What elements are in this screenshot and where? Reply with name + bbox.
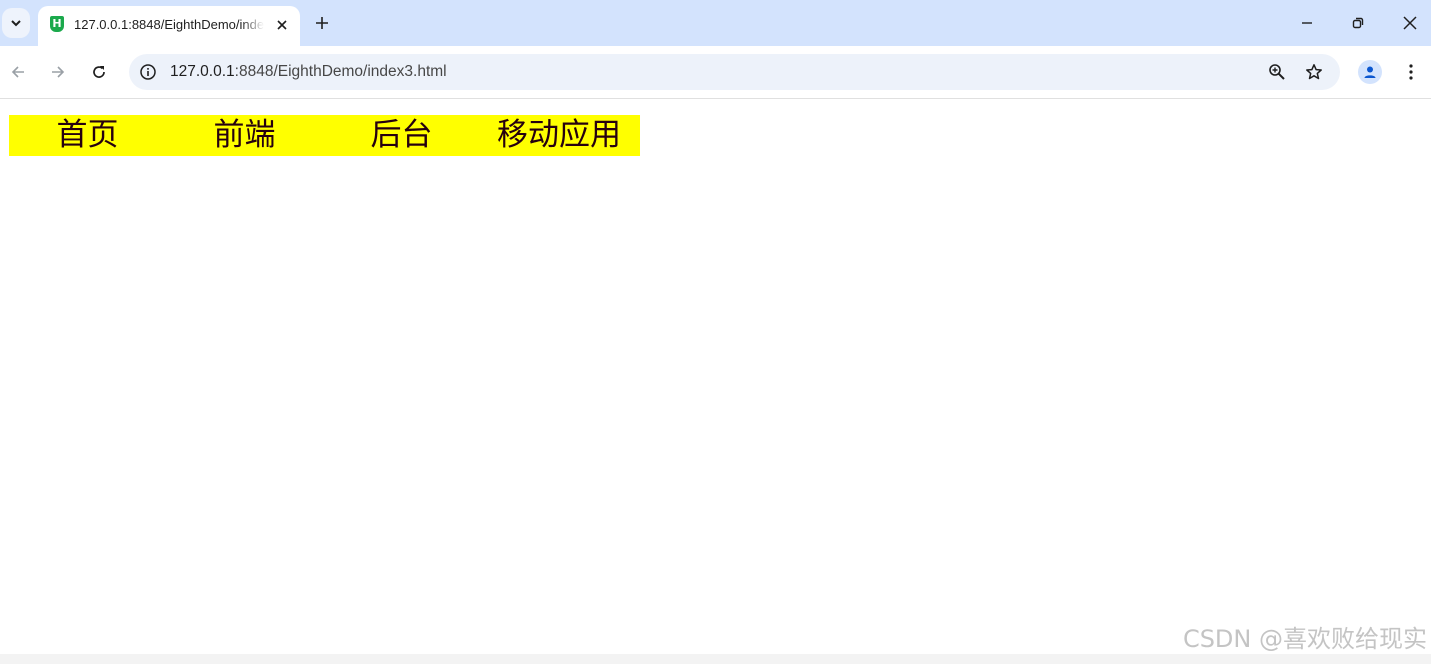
minimize-button[interactable]	[1287, 8, 1327, 38]
bottom-edge	[0, 654, 1431, 664]
close-window-button[interactable]	[1390, 8, 1430, 38]
page-viewport: 首页 前端 后台 移动应用	[0, 99, 1431, 664]
person-icon	[1364, 66, 1376, 78]
browser-toolbar: 127.0.0.1:8848/EighthDemo/index3.html	[0, 46, 1431, 99]
tab-search-button[interactable]	[2, 8, 30, 38]
more-vertical-icon	[1409, 64, 1413, 80]
zoom-icon	[1269, 64, 1285, 80]
new-tab-button[interactable]	[310, 11, 334, 35]
nav-item-home[interactable]: 首页	[9, 115, 166, 156]
address-bar[interactable]: 127.0.0.1:8848/EighthDemo/index3.html	[129, 54, 1340, 90]
close-icon	[277, 20, 287, 30]
arrow-right-icon	[52, 66, 65, 78]
chevron-down-icon	[11, 20, 21, 27]
active-tab[interactable]: H 127.0.0.1:8848/EighthDemo/index3.html	[38, 6, 300, 46]
nav-item-mobile-apps[interactable]: 移动应用	[480, 115, 638, 156]
browser-window: H 127.0.0.1:8848/EighthDemo/index3.html	[0, 0, 1431, 664]
forward-button[interactable]	[44, 58, 72, 86]
tab-strip: H 127.0.0.1:8848/EighthDemo/index3.html	[0, 0, 1431, 46]
close-icon	[1403, 16, 1417, 30]
minimize-icon	[1302, 22, 1312, 24]
info-icon[interactable]	[139, 63, 157, 81]
tab-title: 127.0.0.1:8848/EighthDemo/index3.html	[74, 17, 264, 32]
profile-button[interactable]	[1358, 60, 1382, 84]
arrow-left-icon	[11, 66, 24, 78]
url-text[interactable]: 127.0.0.1:8848/EighthDemo/index3.html	[170, 63, 447, 81]
restore-button[interactable]	[1338, 8, 1378, 38]
url-path: :8848/EighthDemo/index3.html	[234, 63, 447, 80]
star-icon	[1306, 64, 1322, 80]
reload-button[interactable]	[85, 58, 113, 86]
restore-icon	[1352, 17, 1364, 29]
hbuilder-icon: H	[50, 16, 64, 32]
nav-item-backend[interactable]: 后台	[323, 115, 480, 156]
csdn-watermark: CSDN @喜欢败给现实	[1182, 625, 1427, 653]
back-button[interactable]	[4, 58, 32, 86]
reload-icon	[93, 66, 105, 78]
browser-menu-button[interactable]	[1400, 60, 1422, 84]
url-host: 127.0.0.1	[170, 63, 235, 80]
plus-icon	[316, 17, 328, 29]
nav-menu: 首页 前端 后台 移动应用	[9, 115, 640, 156]
bookmark-button[interactable]	[1304, 62, 1324, 82]
nav-item-frontend[interactable]: 前端	[166, 115, 323, 156]
zoom-button[interactable]	[1267, 62, 1287, 82]
close-tab-button[interactable]	[272, 15, 292, 35]
